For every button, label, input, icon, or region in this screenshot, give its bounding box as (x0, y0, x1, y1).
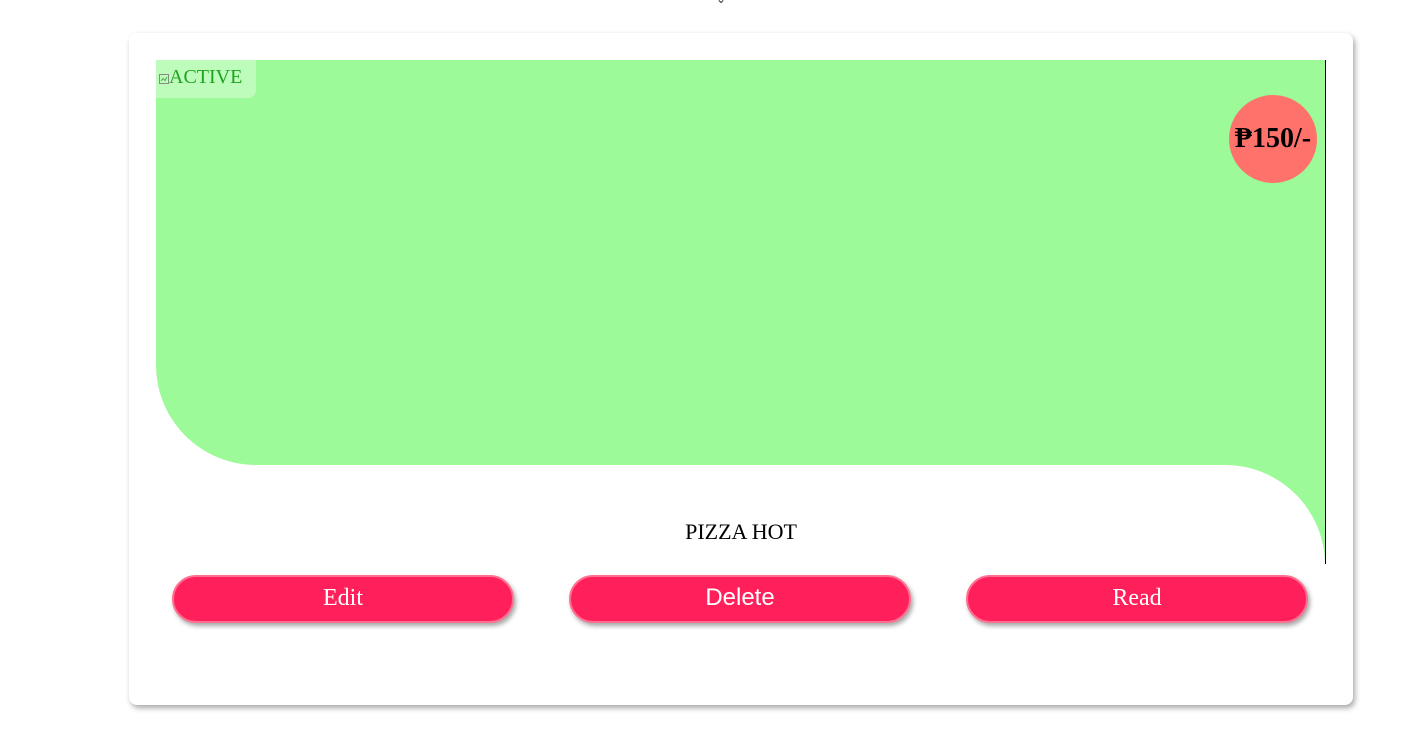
product-image-area: ACTIVE ₱150/- (156, 60, 1326, 564)
read-button[interactable]: Read (966, 575, 1308, 623)
status-badge: ACTIVE (156, 60, 256, 98)
delete-button[interactable]: Delete (569, 575, 911, 623)
product-title: PIZZA HOT (685, 519, 797, 544)
status-badge-label: ACTIVE (169, 66, 243, 88)
product-card: ACTIVE ₱150/- PIZZA HOT Edit Delete Read (129, 33, 1353, 705)
broken-image-icon (159, 74, 169, 84)
chevron-down-icon: ⌄ (716, 0, 726, 5)
edit-button[interactable]: Edit (172, 575, 514, 623)
price-badge: ₱150/- (1229, 95, 1317, 183)
image-corner-decoration (1225, 465, 1325, 564)
image-background (156, 60, 1325, 465)
